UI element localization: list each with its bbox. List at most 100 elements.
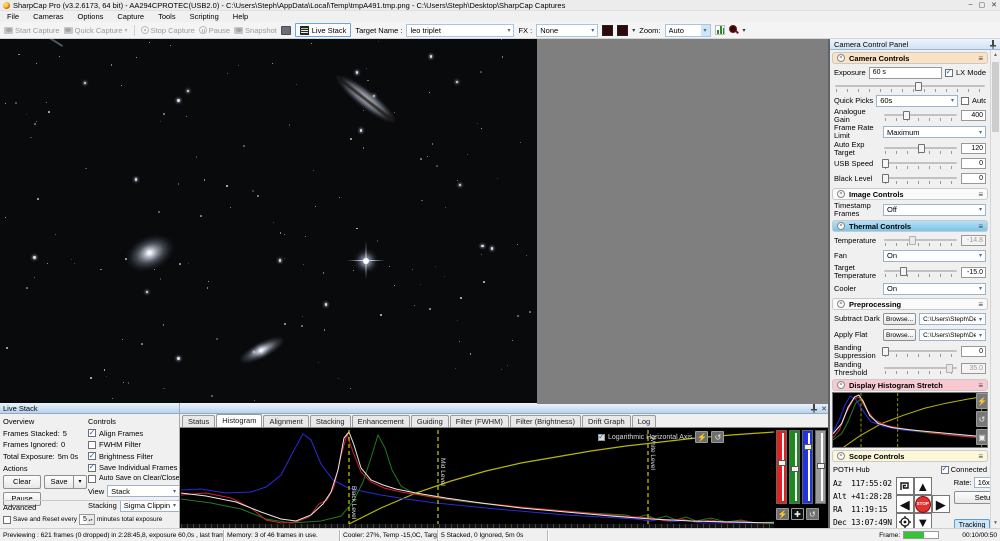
live-stack-button[interactable]: Live Stack: [295, 23, 352, 37]
menu-options[interactable]: Options: [71, 11, 111, 22]
align-frames-checkbox[interactable]: [88, 429, 96, 437]
slew-right-button[interactable]: ▶: [932, 495, 950, 513]
fwhm-filter-checkbox[interactable]: [88, 441, 96, 449]
apply-levels-icon[interactable]: ✚: [791, 508, 804, 520]
green-level-slider[interactable]: [789, 430, 800, 504]
brightness-filter-checkbox[interactable]: [88, 452, 96, 460]
tab-enhancement[interactable]: Enhancement: [352, 415, 410, 427]
colour-swatch-2[interactable]: [617, 25, 628, 36]
tab-stacking[interactable]: Stacking: [310, 415, 351, 427]
banding-suppression-value[interactable]: 0: [961, 346, 986, 357]
auto-exposure-checkbox[interactable]: [961, 97, 969, 105]
colour-swatch-1[interactable]: [602, 25, 613, 36]
menu-icon[interactable]: [978, 54, 983, 63]
menu-capture[interactable]: Capture: [110, 11, 151, 22]
exposure-slider[interactable]: [834, 81, 986, 93]
tab-status[interactable]: Status: [182, 415, 215, 427]
live-view-image[interactable]: [0, 39, 537, 403]
chevron-down-icon[interactable]: ▾: [632, 27, 635, 34]
auto-stretch-icon[interactable]: ⚡: [976, 393, 988, 409]
log-axis-checkbox[interactable]: [598, 434, 605, 441]
scope-connected-checkbox[interactable]: [941, 466, 949, 474]
lx-mode-checkbox[interactable]: [945, 69, 953, 77]
section-camera-controls[interactable]: Camera Controls: [832, 52, 988, 64]
quick-picks-dropdown[interactable]: 60s: [876, 95, 958, 107]
tab-filter-brightness[interactable]: Filter (Brightness): [510, 415, 581, 427]
auto-exp-target-value[interactable]: 120: [961, 143, 986, 154]
display-icon[interactable]: [281, 26, 291, 35]
analogue-gain-slider[interactable]: [883, 110, 958, 122]
section-display-histogram-stretch[interactable]: Display Histogram Stretch: [832, 379, 988, 391]
target-temperature-slider[interactable]: [883, 266, 958, 278]
magnifier-icon[interactable]: [729, 25, 739, 35]
minimize-icon[interactable]: –: [969, 1, 973, 9]
auto-stretch-icon[interactable]: ⚡: [695, 431, 708, 443]
save-reset-checkbox[interactable]: [3, 516, 11, 524]
grey-level-slider[interactable]: [815, 430, 826, 504]
menu-tools[interactable]: Tools: [151, 11, 183, 22]
histogram-icon[interactable]: [715, 25, 725, 35]
zoom-combo[interactable]: Auto: [665, 24, 711, 37]
close-icon[interactable]: ✕: [991, 1, 997, 9]
clear-button[interactable]: Clear: [3, 475, 41, 489]
slew-up-button[interactable]: ▲: [914, 477, 932, 495]
spiral-search-button[interactable]: [896, 477, 914, 495]
menu-scripting[interactable]: Scripting: [183, 11, 226, 22]
usb-speed-slider[interactable]: [883, 158, 958, 170]
target-name-combo[interactable]: leo triplet: [406, 24, 514, 37]
auto-save-checkbox[interactable]: [88, 475, 96, 483]
pin-icon[interactable]: [810, 404, 817, 413]
view-dropdown[interactable]: Stack: [107, 485, 180, 497]
tab-guiding[interactable]: Guiding: [411, 415, 449, 427]
slew-left-button[interactable]: ◀: [896, 495, 914, 513]
timestamp-frames-dropdown[interactable]: Off: [883, 204, 986, 216]
section-thermal-controls[interactable]: Thermal Controls: [832, 220, 988, 232]
menu-icon[interactable]: [978, 190, 983, 199]
menu-icon[interactable]: [978, 222, 983, 231]
blue-level-slider[interactable]: [802, 430, 813, 504]
cooler-dropdown[interactable]: On: [883, 283, 986, 295]
menu-icon[interactable]: [978, 300, 983, 309]
save-reset-minutes-stepper[interactable]: 5: [79, 514, 95, 525]
scroll-up-icon[interactable]: ▲: [991, 52, 1000, 58]
reset-stretch-icon[interactable]: ↺: [711, 431, 724, 443]
exposure-input[interactable]: 60 s: [869, 67, 942, 79]
save-stretch-icon[interactable]: ▣: [976, 429, 988, 445]
tab-histogram[interactable]: Histogram: [216, 414, 262, 427]
auto-stretch-icon[interactable]: ⚡: [776, 508, 789, 520]
save-dropdown-button[interactable]: ▾: [74, 475, 87, 489]
subtract-dark-path-dropdown[interactable]: C:\Users\Steph\Desktop\S...: [919, 313, 986, 325]
save-individual-frames-checkbox[interactable]: [88, 464, 96, 472]
tab-drift-graph[interactable]: Drift Graph: [582, 415, 631, 427]
chevron-down-icon[interactable]: ▾: [743, 27, 746, 34]
display-stretch-histogram[interactable]: ⚡ ↺ ▣: [832, 392, 988, 448]
frame-rate-limit-dropdown[interactable]: Maximum: [883, 126, 986, 138]
menu-cameras[interactable]: Cameras: [26, 11, 70, 22]
subtract-dark-browse-button[interactable]: Browse...: [883, 313, 916, 325]
tracking-button[interactable]: Tracking: [954, 519, 990, 528]
camera-panel-scrollbar[interactable]: ▲ ▼: [990, 50, 1000, 528]
tab-alignment[interactable]: Alignment: [263, 415, 308, 427]
menu-file[interactable]: File: [0, 11, 26, 22]
scrollbar-thumb[interactable]: [992, 62, 999, 132]
apply-flat-path-dropdown[interactable]: C:\Users\Steph\Desktop\S...: [919, 329, 986, 341]
reset-levels-icon[interactable]: ↺: [806, 508, 819, 520]
analogue-gain-value[interactable]: 400: [961, 110, 986, 121]
maximize-icon[interactable]: ▢: [979, 1, 986, 9]
center-target-button[interactable]: [896, 513, 914, 528]
banding-suppression-slider[interactable]: [883, 346, 958, 358]
auto-exp-target-slider[interactable]: [883, 143, 958, 155]
menu-icon[interactable]: [978, 381, 983, 390]
target-temperature-value[interactable]: -15.0: [961, 267, 986, 278]
stop-slew-button[interactable]: STOP: [914, 495, 932, 513]
section-scope-controls[interactable]: Scope Controls: [832, 450, 988, 462]
black-level-slider[interactable]: [883, 173, 958, 185]
menu-help[interactable]: Help: [226, 11, 255, 22]
fx-combo[interactable]: None: [536, 24, 598, 37]
fan-dropdown[interactable]: On: [883, 250, 986, 262]
section-image-controls[interactable]: Image Controls: [832, 188, 988, 200]
save-button[interactable]: Save: [44, 475, 74, 489]
usb-speed-value[interactable]: 0: [961, 158, 986, 169]
close-icon[interactable]: ✕: [821, 405, 827, 413]
slew-down-button[interactable]: ▼: [914, 513, 932, 528]
